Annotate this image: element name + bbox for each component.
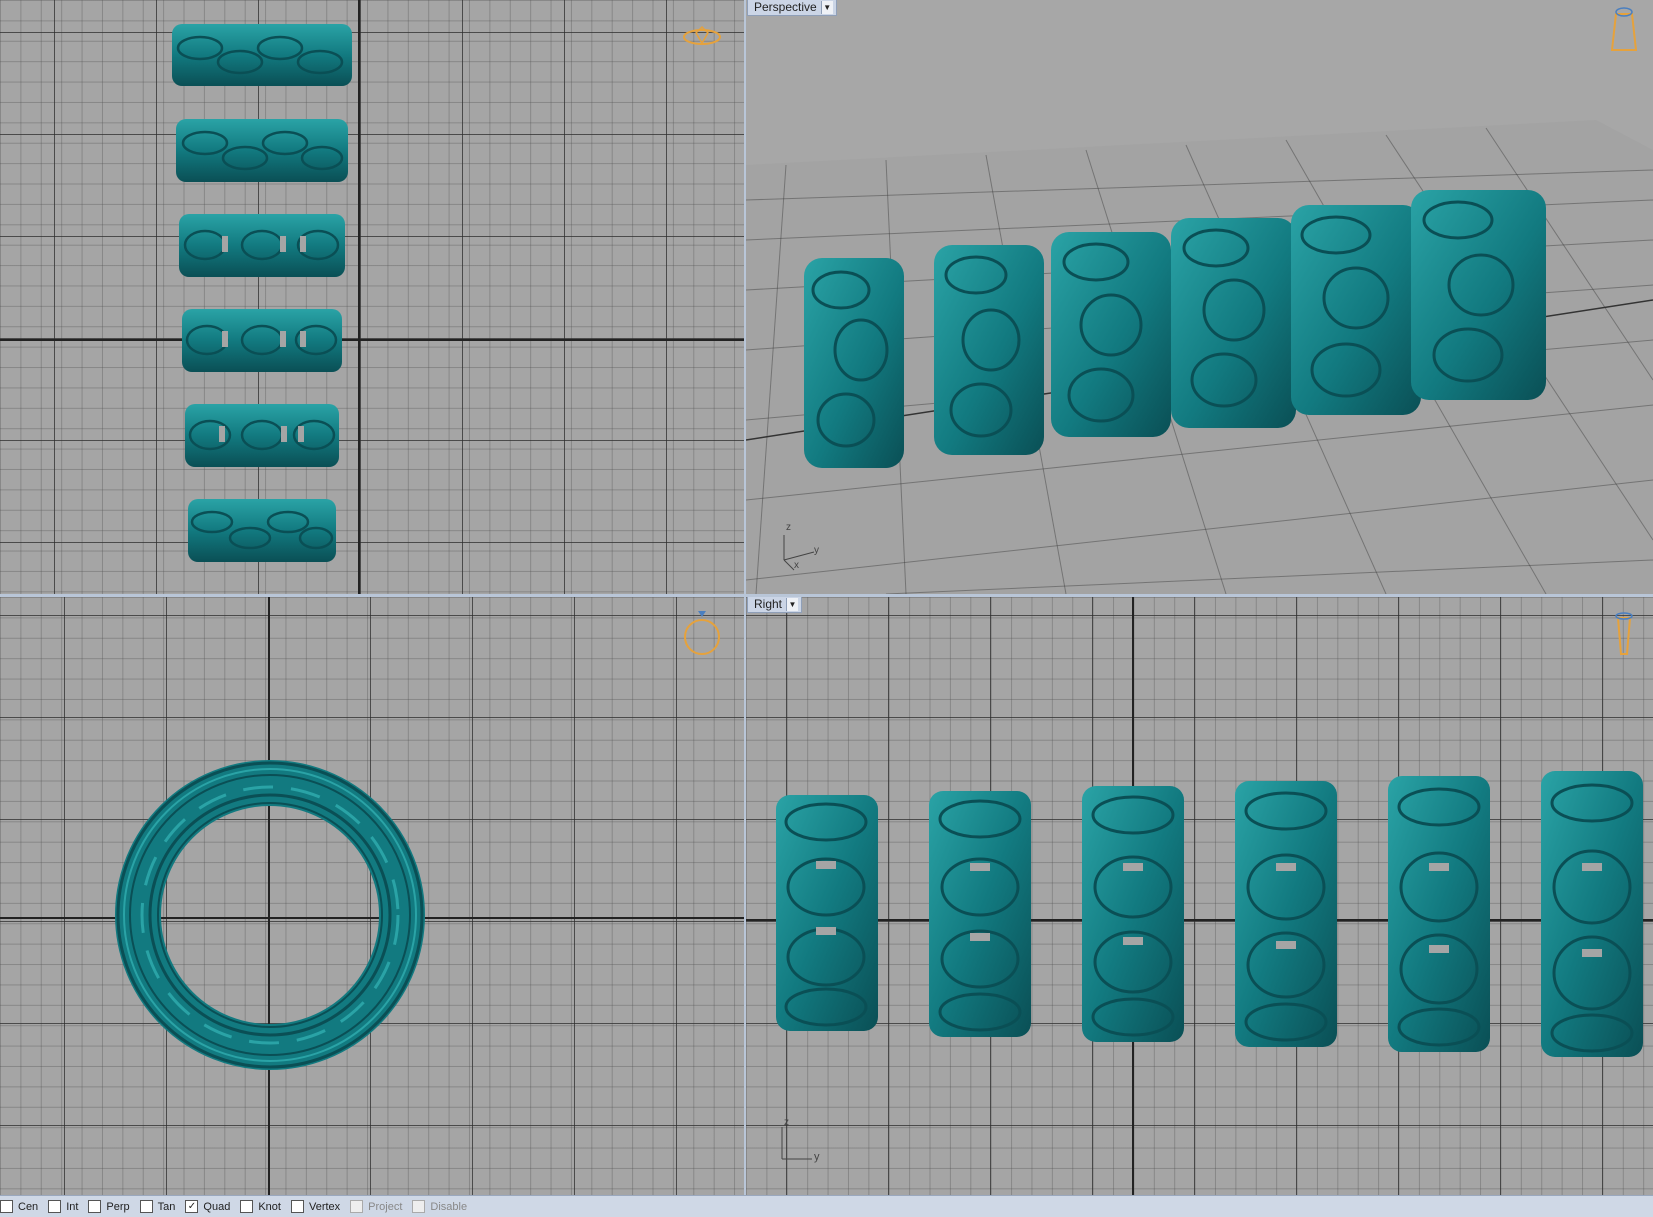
checkbox[interactable] — [88, 1200, 102, 1213]
chevron-down-icon[interactable]: ▼ — [820, 1, 833, 14]
osnap-bar: Cen Int Perp Tan ✓ Quad Knot Vertex Proje… — [0, 1195, 1653, 1217]
osnap-perp[interactable]: Perp — [88, 1200, 130, 1213]
persp-axis-z-label: z — [786, 522, 791, 533]
osnap-cen[interactable]: Cen — [0, 1200, 38, 1213]
osnap-quad[interactable]: ✓ Quad — [185, 1200, 230, 1213]
ring-right-4[interactable] — [1235, 781, 1337, 1047]
osnap-vertex[interactable]: Vertex — [290, 1200, 340, 1213]
nav-gumball-icon[interactable] — [684, 611, 720, 655]
ring-right-2[interactable] — [929, 791, 1031, 1037]
ring-perspective-1[interactable] — [804, 258, 904, 468]
viewport-top[interactable] — [0, 0, 744, 594]
viewport-title-perspective[interactable]: Perspective ▼ — [747, 0, 837, 16]
viewport-right[interactable]: z y Right ▼ — [746, 597, 1653, 1195]
ring-perspective-4[interactable] — [1171, 218, 1296, 428]
top-view-rings — [172, 24, 721, 562]
osnap-disable[interactable]: Disable — [412, 1200, 467, 1213]
ring-right-5[interactable] — [1388, 776, 1490, 1052]
right-axis-icon — [781, 1127, 812, 1160]
right-axis-y-label: y — [814, 1151, 820, 1163]
ring-top-3[interactable] — [179, 214, 345, 277]
osnap-project[interactable]: Project — [350, 1200, 402, 1213]
ring-perspective-3[interactable] — [1051, 232, 1171, 437]
ring-perspective-6[interactable] — [1411, 190, 1546, 400]
nav-gumball-icon[interactable] — [683, 25, 721, 45]
osnap-knot[interactable]: Knot — [240, 1200, 281, 1213]
perspective-scene — [746, 7, 1653, 594]
right-view-rings — [776, 612, 1643, 1160]
front-view-ring — [115, 611, 720, 1070]
osnap-tan[interactable]: Tan — [139, 1200, 175, 1213]
checkbox[interactable] — [412, 1200, 426, 1213]
viewport-perspective[interactable]: z y x Perspective ▼ — [746, 0, 1653, 594]
ring-perspective-5[interactable] — [1291, 205, 1421, 415]
checkbox[interactable] — [350, 1200, 364, 1213]
viewport-title-text: Right — [754, 597, 783, 611]
ring-right-1[interactable] — [776, 795, 878, 1031]
ring-right-6[interactable] — [1541, 771, 1643, 1057]
persp-axis-x-label: x — [794, 560, 799, 571]
checkbox[interactable] — [139, 1200, 153, 1213]
ring-top-2[interactable] — [176, 119, 348, 182]
viewport-front[interactable] — [0, 597, 744, 1195]
ring-top-4[interactable] — [182, 309, 342, 372]
nav-gumball-icon[interactable] — [1615, 612, 1633, 655]
ring-perspective-2[interactable] — [934, 245, 1044, 455]
ring-top-1[interactable] — [172, 24, 352, 86]
checkbox[interactable] — [290, 1200, 304, 1213]
ring-top-5[interactable] — [185, 404, 339, 467]
osnap-int[interactable]: Int — [48, 1200, 78, 1213]
persp-axis-y-label: y — [814, 545, 819, 556]
ring-top-6[interactable] — [188, 499, 336, 562]
chevron-down-icon[interactable]: ▼ — [786, 598, 799, 611]
right-axis-z-label: z — [784, 1117, 789, 1128]
checkbox[interactable] — [0, 1200, 13, 1213]
viewport-title-right[interactable]: Right ▼ — [747, 597, 803, 613]
ring-right-3[interactable] — [1082, 786, 1184, 1042]
checkbox-checked[interactable]: ✓ — [185, 1200, 199, 1213]
checkbox[interactable] — [240, 1200, 254, 1213]
viewport-title-text: Perspective — [754, 0, 817, 14]
ring-front[interactable] — [115, 760, 425, 1070]
nav-gumball-icon[interactable] — [1610, 7, 1638, 51]
checkbox[interactable] — [48, 1200, 62, 1213]
